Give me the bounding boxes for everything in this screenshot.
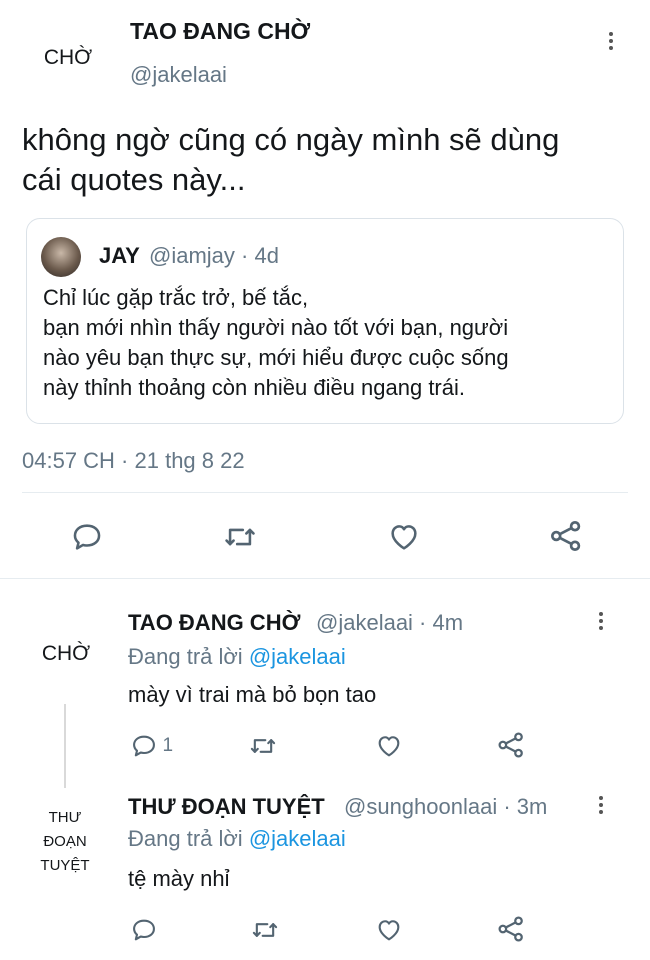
reply1-reply-count: 1 — [162, 735, 174, 756]
main-timestamp: 04:57 CH · 21 thg 8 22 — [22, 448, 245, 473]
reply1-avatar[interactable]: CHỜ — [16, 642, 116, 672]
reply1-replying-handle[interactable]: @jakelaai — [249, 644, 346, 669]
reply2-avatar-line1: THƯ — [48, 809, 82, 826]
reply1-meta[interactable]: @jakelaai · 4m — [316, 610, 463, 636]
reply2-retweet-icon[interactable] — [250, 916, 280, 944]
quoted-text-line1: Chỉ lúc gặp trắc trở, bế tắc, — [43, 285, 309, 310]
reply1-like-icon[interactable] — [374, 732, 404, 760]
reply2-avatar-line3: TUYỆT — [40, 857, 90, 874]
quoted-display-name[interactable]: JAY — [99, 243, 140, 269]
reply2-text: tệ mày nhỉ — [128, 866, 230, 891]
main-tweet-text-line2: cái quotes này... — [22, 162, 246, 197]
reply1-reply-button[interactable]: 1 — [130, 732, 173, 760]
main-avatar-text: CHỜ — [43, 46, 93, 69]
quoted-text-line3: nào yêu bạn thực sự, mới hiểu được cuộc … — [43, 345, 509, 370]
reply2-more-icon[interactable] — [598, 796, 604, 817]
quoted-avatar[interactable] — [41, 237, 81, 277]
reply2-reply-icon[interactable] — [130, 916, 158, 944]
main-reply-icon[interactable] — [70, 520, 104, 554]
quoted-text-line2: bạn mới nhìn thấy người nào tốt với bạn,… — [43, 315, 509, 340]
reply1-share-icon[interactable] — [496, 730, 526, 760]
reply1-reply-icon — [133, 735, 155, 757]
reply2-avatar[interactable]: THƯ ĐOẠN TUYỆT — [20, 806, 110, 878]
main-share-icon[interactable] — [548, 518, 584, 554]
reply2-meta[interactable]: @sunghoonlaai · 3m — [344, 794, 547, 820]
main-like-icon[interactable] — [386, 520, 422, 554]
reply2-avatar-line2: ĐOẠN — [43, 833, 87, 850]
thread-line — [64, 704, 66, 788]
reply2-display-name[interactable]: THƯ ĐOẠN TUYỆT — [128, 794, 325, 820]
reply1-replying-label: Đang trả lời — [128, 644, 243, 669]
main-retweet-icon[interactable] — [222, 520, 258, 554]
reply2-replying-handle[interactable]: @jakelaai — [249, 826, 346, 851]
reply1-avatar-text: CHỜ — [41, 642, 91, 665]
reply2-replying-to: Đang trả lời @jakelaai — [128, 826, 346, 852]
reply1-replying-to: Đang trả lời @jakelaai — [128, 644, 346, 670]
timestamp-divider — [22, 492, 628, 493]
reply1-text: mày vì trai mà bỏ bọn tao — [128, 682, 377, 707]
quoted-text-line4: này thỉnh thoảng còn nhiều điều ngang tr… — [43, 375, 465, 400]
main-display-name[interactable]: TAO ĐANG CHỜ — [130, 18, 310, 45]
reply1-more-icon[interactable] — [598, 612, 604, 633]
quoted-tweet-card[interactable]: JAY @iamjay · 4d Chỉ lúc gặp trắc trở, b… — [26, 218, 624, 424]
reply2-replying-label: Đang trả lời — [128, 826, 243, 851]
reply1-retweet-icon[interactable] — [248, 732, 278, 760]
reply2-like-icon[interactable] — [374, 916, 404, 944]
main-avatar[interactable]: CHỜ — [18, 46, 118, 76]
main-handle[interactable]: @jakelaai — [130, 62, 227, 88]
main-more-icon[interactable] — [608, 32, 614, 53]
quoted-handle-time[interactable]: @iamjay · 4d — [149, 243, 279, 269]
reply2-share-icon[interactable] — [496, 914, 526, 944]
reply1-display-name[interactable]: TAO ĐANG CHỜ — [128, 610, 300, 636]
main-tweet-text-line1: không ngờ cũng có ngày mình sẽ dùng — [22, 122, 560, 157]
main-bottom-divider — [0, 578, 650, 579]
